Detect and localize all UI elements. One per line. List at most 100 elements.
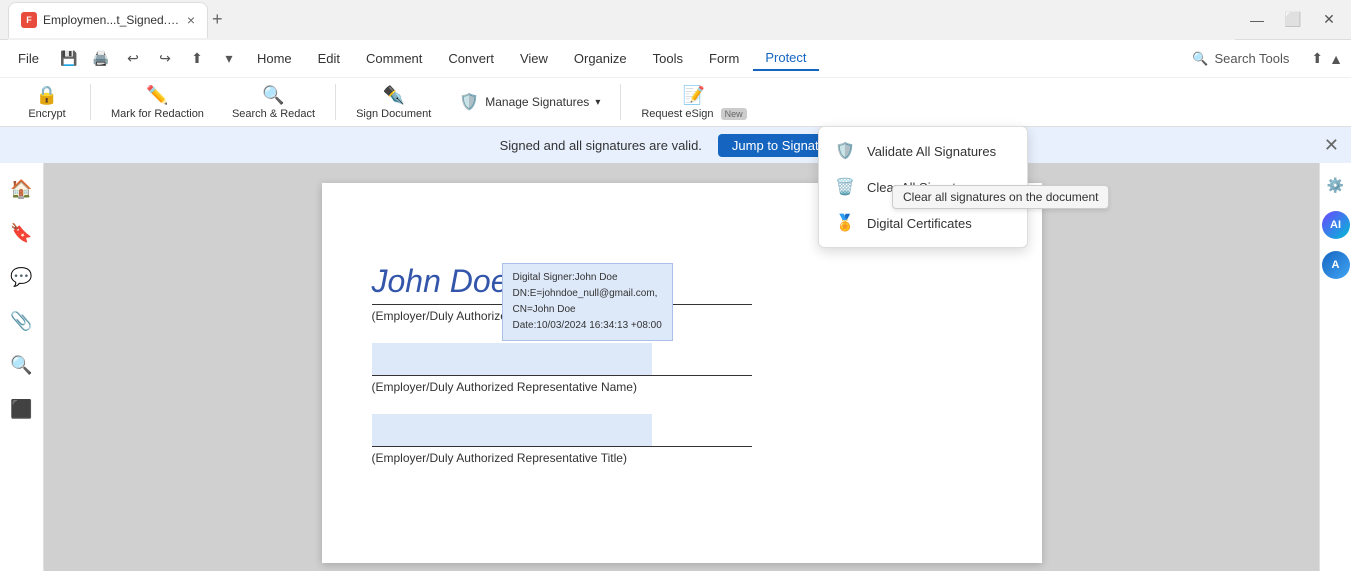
search-redact-icon: 🔍 — [262, 85, 284, 106]
title-field-box — [372, 414, 652, 446]
menu-organize[interactable]: Organize — [562, 47, 639, 70]
signature-label: (Employer/Duly Authorized Representative… — [372, 309, 992, 323]
sig-info-line4: Date:10/03/2024 16:34:13 +08:00 — [513, 318, 662, 334]
ai-assistant-2-button[interactable]: A — [1322, 251, 1350, 279]
ribbon-separator-2 — [335, 84, 336, 120]
request-esign-button[interactable]: 📝 Request eSign New — [629, 81, 758, 124]
sidebar-item-home[interactable]: 🏠 — [4, 171, 40, 207]
document-area[interactable]: John Doe Digital Signer:John Doe DN:E=jo… — [44, 163, 1319, 571]
save-icon-button[interactable]: 💾 — [55, 45, 83, 73]
mark-redaction-label: Mark for Redaction — [111, 108, 204, 120]
name-field-box — [372, 343, 652, 375]
sidebar-item-search[interactable]: 🔍 — [4, 347, 40, 383]
right-sidebar: ⚙️ AI A — [1319, 163, 1351, 571]
notification-text: Signed and all signatures are valid. — [500, 138, 702, 153]
search-tools-button[interactable]: 🔍 Search Tools — [1180, 47, 1301, 71]
print-icon-button[interactable]: 🖨️ — [87, 45, 115, 73]
validate-all-signatures-item[interactable]: 🛡️ Validate All Signatures — [819, 133, 1027, 169]
menu-edit[interactable]: Edit — [306, 47, 352, 70]
sig-info-line1: Digital Signer:John Doe — [513, 270, 662, 286]
maximize-button[interactable]: ⬜ — [1279, 6, 1307, 34]
close-window-button[interactable]: ✕ — [1315, 6, 1343, 34]
redo-icon-button[interactable]: ↪ — [151, 45, 179, 73]
menu-view[interactable]: View — [508, 47, 560, 70]
name-field-line — [372, 375, 752, 376]
encrypt-button[interactable]: 🔒 Encrypt — [12, 81, 82, 124]
search-redact-label: Search & Redact — [232, 108, 315, 120]
sig-info-line2: DN:E=johndoe_null@gmail.com, — [513, 286, 662, 302]
menu-bar: File 💾 🖨️ ↩ ↪ ⬆ ▾ Home Edit Comment Conv… — [0, 40, 1351, 78]
ribbon-bar: 🔒 Encrypt ✏️ Mark for Redaction 🔍 Search… — [0, 78, 1351, 126]
main-layout: 🏠 🔖 💬 📎 🔍 ⬛ John Doe Digital Signer:John… — [0, 163, 1351, 571]
search-redact-button[interactable]: 🔍 Search & Redact — [220, 81, 327, 124]
undo-icon-button[interactable]: ↩ — [119, 45, 147, 73]
request-esign-label: Request eSign New — [641, 108, 746, 120]
title-field-section: (Employer/Duly Authorized Representative… — [372, 414, 992, 465]
signature-name: John Doe — [372, 263, 509, 300]
dropdown-icon-button[interactable]: ▾ — [215, 45, 243, 73]
browser-right-controls: — ⬜ ✕ — [1243, 6, 1343, 34]
chevron-down-icon: ▾ — [595, 97, 600, 108]
sign-icon: ✒️ — [382, 85, 404, 106]
tab-icon: F — [21, 12, 37, 28]
name-field-section: (Employer/Duly Authorized Representative… — [372, 343, 992, 394]
left-sidebar: 🏠 🔖 💬 📎 🔍 ⬛ — [0, 163, 44, 571]
validate-all-label: Validate All Signatures — [867, 144, 996, 159]
menu-file[interactable]: File — [8, 47, 49, 70]
right-settings-icon[interactable]: ⚙️ — [1322, 171, 1350, 199]
upload-area: ⬆ ▲ — [1311, 50, 1343, 67]
upload-button[interactable]: ⬆ — [1311, 50, 1323, 67]
sidebar-item-attachments[interactable]: 📎 — [4, 303, 40, 339]
shield-icon: 🛡️ — [459, 92, 479, 112]
new-tab-button[interactable]: + — [212, 9, 223, 30]
signature-container: John Doe Digital Signer:John Doe DN:E=jo… — [372, 263, 992, 323]
title-field-line — [372, 446, 752, 447]
menu-protect[interactable]: Protect — [753, 46, 818, 71]
menu-form[interactable]: Form — [697, 47, 751, 70]
tab-close-button[interactable]: × — [187, 12, 195, 28]
lock-icon: 🔒 — [36, 85, 58, 106]
new-badge: New — [721, 108, 747, 120]
menu-comment[interactable]: Comment — [354, 47, 434, 70]
clear-signatures-tooltip: Clear all signatures on the document — [892, 185, 1109, 209]
trash-icon: 🗑️ — [835, 177, 855, 197]
esign-icon: 📝 — [683, 85, 705, 106]
browser-chrome: F Employmen...t_Signed.pdf × + — ⬜ ✕ — [0, 0, 1351, 40]
validate-icon: 🛡️ — [835, 141, 855, 161]
sign-document-label: Sign Document — [356, 108, 431, 120]
certificate-icon: 🏅 — [835, 213, 855, 233]
search-icon: 🔍 — [1192, 51, 1208, 67]
ribbon-separator-1 — [90, 84, 91, 120]
mark-for-redaction-button[interactable]: ✏️ Mark for Redaction — [99, 81, 216, 124]
app-toolbar: File 💾 🖨️ ↩ ↪ ⬆ ▾ Home Edit Comment Conv… — [0, 40, 1351, 127]
menu-home[interactable]: Home — [245, 47, 304, 70]
search-tools-label: Search Tools — [1214, 51, 1289, 66]
sig-info-line3: CN=John Doe — [513, 302, 662, 318]
tab-title: Employmen...t_Signed.pdf — [43, 13, 181, 27]
digital-certificates-label: Digital Certificates — [867, 216, 972, 231]
collapse-button[interactable]: ▲ — [1329, 51, 1343, 67]
notification-close-button[interactable]: ✕ — [1324, 135, 1339, 156]
name-label: (Employer/Duly Authorized Representative… — [372, 380, 992, 394]
ai-assistant-1-button[interactable]: AI — [1322, 211, 1350, 239]
menu-tools[interactable]: Tools — [641, 47, 695, 70]
tooltip-text: Clear all signatures on the document — [903, 190, 1098, 204]
sidebar-item-comments[interactable]: 💬 — [4, 259, 40, 295]
browser-tab[interactable]: F Employmen...t_Signed.pdf × — [8, 2, 208, 38]
title-label: (Employer/Duly Authorized Representative… — [372, 451, 992, 465]
manage-signatures-label: Manage Signatures — [485, 95, 589, 109]
tab-bar: F Employmen...t_Signed.pdf × + — [8, 0, 1235, 40]
encrypt-label: Encrypt — [28, 108, 65, 120]
digital-certificates-item[interactable]: 🏅 Digital Certificates — [819, 205, 1027, 241]
sign-document-button[interactable]: ✒️ Sign Document — [344, 81, 443, 124]
notification-bar: Signed and all signatures are valid. Jum… — [0, 127, 1351, 163]
menu-convert[interactable]: Convert — [436, 47, 506, 70]
redaction-icon: ✏️ — [146, 85, 168, 106]
share-icon-button[interactable]: ⬆ — [183, 45, 211, 73]
minimize-button[interactable]: — — [1243, 6, 1271, 34]
sidebar-item-bookmarks[interactable]: 🔖 — [4, 215, 40, 251]
sidebar-item-layers[interactable]: ⬛ — [4, 391, 40, 427]
ribbon-separator-3 — [620, 84, 621, 120]
signature-info-box: Digital Signer:John Doe DN:E=johndoe_nul… — [502, 263, 673, 341]
manage-signatures-button[interactable]: 🛡️ Manage Signatures ▾ — [447, 88, 612, 116]
